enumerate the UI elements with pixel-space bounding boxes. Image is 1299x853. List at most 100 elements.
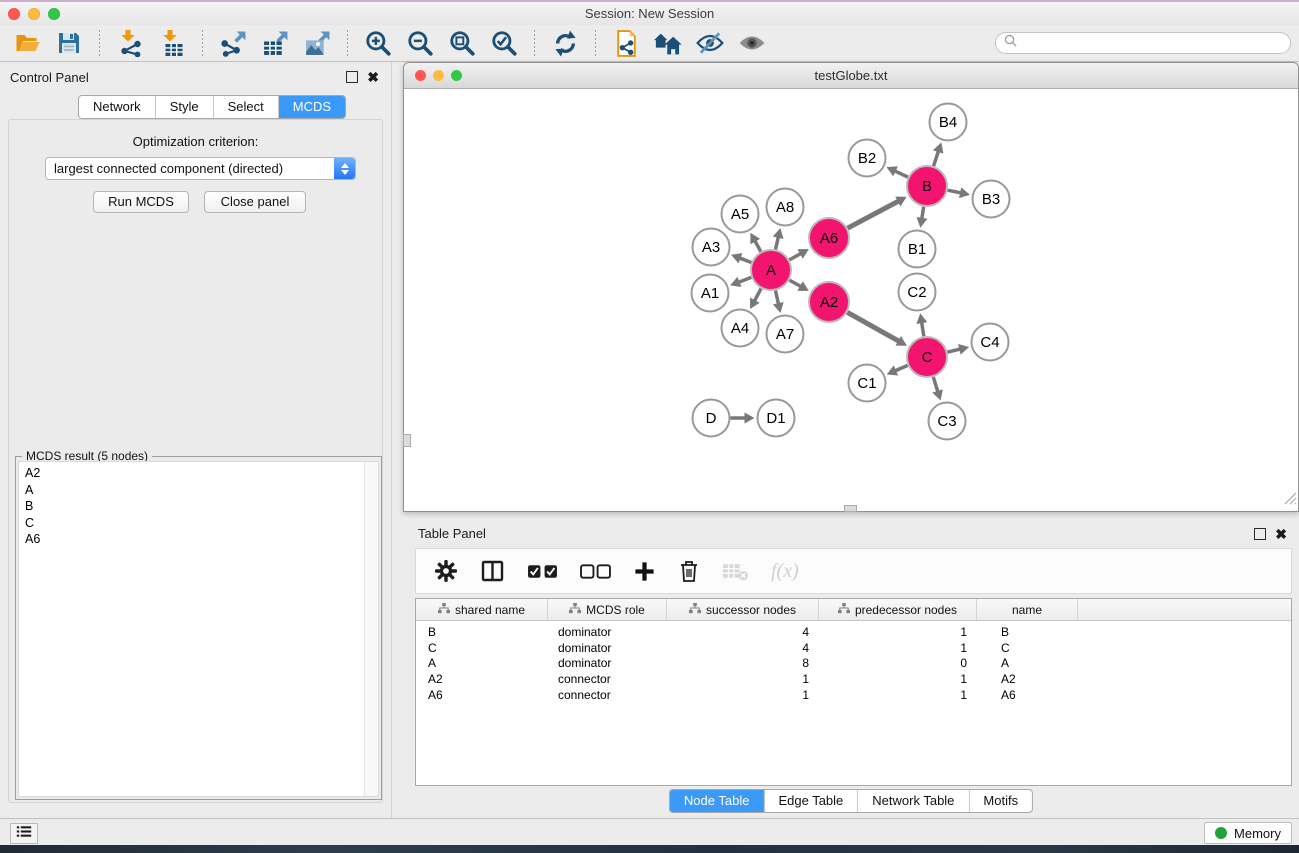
network-zoom-button[interactable] [451,70,462,81]
graph-node-C4[interactable]: C4 [972,324,1009,361]
graph-node-A8[interactable]: A8 [767,189,804,226]
tab-node-table[interactable]: Node Table [670,790,765,812]
graph-edge-A-A4[interactable] [754,289,761,302]
unselect-all-columns-icon[interactable] [580,563,611,580]
network-window-titlebar[interactable]: testGlobe.txt [404,63,1298,89]
table-cell[interactable]: 1 [819,641,977,655]
network-canvas[interactable]: AA1A2A3A4A5A6A7A8BB1B2B3B4CC1C2C3C4DD1 [404,89,1298,511]
import-table-icon[interactable] [157,28,187,58]
tab-style[interactable]: Style [156,96,214,118]
table-cell[interactable]: B [977,625,1078,639]
graph-node-B3[interactable]: B3 [973,181,1010,218]
network-minimize-button[interactable] [433,70,444,81]
graph-node-A4[interactable]: A4 [722,310,759,347]
table-cell[interactable]: 1 [667,688,819,702]
close-panel-icon[interactable]: ✖ [367,72,379,83]
graph-edge-A-A8[interactable] [776,236,779,250]
graph-node-C2[interactable]: C2 [899,274,936,311]
float-panel-icon[interactable] [346,71,358,83]
close-table-panel-icon[interactable]: ✖ [1275,529,1287,540]
table-cell[interactable]: dominator [548,625,667,639]
table-cell[interactable]: C [416,641,548,655]
network-from-selection-icon[interactable] [611,28,641,58]
tab-mcds[interactable]: MCDS [279,96,345,118]
column-header-shared-name[interactable]: shared name [416,599,548,620]
optimization-criterion-dropdown[interactable]: largest connected component (directed) [45,157,356,180]
graph-edge-A-A1[interactable] [738,277,752,282]
graph-node-A5[interactable]: A5 [722,196,759,233]
search-box[interactable] [995,32,1291,54]
graph-edge-A6-B[interactable] [848,201,900,229]
graph-node-D[interactable]: D [693,400,730,437]
table-cell[interactable]: 1 [819,672,977,686]
graph-node-A6[interactable]: A6 [809,218,849,258]
run-mcds-button[interactable]: Run MCDS [93,191,189,213]
zoom-out-icon[interactable] [405,28,435,58]
network-graph[interactable]: AA1A2A3A4A5A6A7A8BB1B2B3B4CC1C2C3C4DD1 [404,89,1298,511]
show-graphics-icon[interactable] [737,28,767,58]
create-column-icon[interactable] [633,560,656,583]
column-header-name[interactable]: name [977,599,1078,620]
graph-node-B4[interactable]: B4 [930,104,967,141]
dropdown-stepper-icon[interactable] [334,158,355,179]
table-cell[interactable]: 8 [667,656,819,670]
home-icon[interactable] [653,28,683,58]
graph-edge-A2-C[interactable] [847,312,900,342]
table-cell[interactable]: A [977,656,1078,670]
graph-node-B[interactable]: B [907,166,947,206]
table-cell[interactable]: 4 [667,641,819,655]
table-cell[interactable]: 1 [819,688,977,702]
delete-columns-icon[interactable] [678,559,700,583]
table-cell[interactable]: A [416,656,548,670]
graph-node-A2[interactable]: A2 [809,282,849,322]
memory-button[interactable]: Memory [1204,822,1292,844]
splitter-handle-left[interactable] [403,434,411,447]
graph-node-D1[interactable]: D1 [758,400,795,437]
mcds-result-list[interactable]: A2ABCA6 [18,461,379,797]
export-table-icon[interactable] [260,28,290,58]
graph-edge-B-B2[interactable] [894,170,908,177]
table-cell[interactable]: A2 [977,672,1078,686]
graph-edge-C-C3[interactable] [933,377,938,393]
tab-motifs[interactable]: Motifs [969,790,1032,812]
zoom-fit-icon[interactable] [447,28,477,58]
graph-edge-C-C4[interactable] [947,349,961,352]
table-cell[interactable]: A2 [416,672,548,686]
table-row[interactable]: A2connector11A2 [416,671,1291,687]
column-header-predecessor-nodes[interactable]: predecessor nodes [819,599,977,620]
graph-node-C3[interactable]: C3 [929,403,966,440]
tab-edge-table[interactable]: Edge Table [764,790,858,812]
graph-edge-C-C2[interactable] [921,321,923,336]
graph-node-B1[interactable]: B1 [899,231,936,268]
graph-node-A3[interactable]: A3 [693,229,730,266]
graph-edge-A-A7[interactable] [775,291,778,306]
table-cell[interactable]: dominator [548,656,667,670]
graph-edge-B-B3[interactable] [948,190,963,193]
show-columns-icon[interactable] [480,559,505,583]
export-network-icon[interactable] [218,28,248,58]
task-history-button[interactable] [10,823,38,844]
graph-node-C[interactable]: C [907,337,947,377]
close-panel-button[interactable]: Close panel [204,191,306,213]
table-cell[interactable]: connector [548,688,667,702]
export-image-icon[interactable] [302,28,332,58]
table-row[interactable]: Bdominator41B [416,624,1291,640]
graph-edge-A-A6[interactable] [789,253,801,260]
graph-node-A[interactable]: A [751,250,791,290]
float-table-panel-icon[interactable] [1254,528,1266,540]
graph-node-A1[interactable]: A1 [692,275,729,312]
settings-gear-icon[interactable] [434,559,458,583]
zoom-in-icon[interactable] [363,28,393,58]
table-cell[interactable]: A6 [977,688,1078,702]
graph-edge-A-A3[interactable] [739,258,752,263]
graph-edge-A-A5[interactable] [754,240,761,252]
graph-node-A7[interactable]: A7 [767,316,804,353]
result-scrollbar[interactable] [364,462,378,796]
column-header-successor-nodes[interactable]: successor nodes [667,599,819,620]
tab-network[interactable]: Network [79,96,156,118]
table-cell[interactable]: 0 [819,656,977,670]
table-cell[interactable]: C [977,641,1078,655]
graph-edge-C-C1[interactable] [894,365,908,371]
select-all-columns-icon[interactable] [527,563,558,580]
table-cell[interactable]: dominator [548,641,667,655]
